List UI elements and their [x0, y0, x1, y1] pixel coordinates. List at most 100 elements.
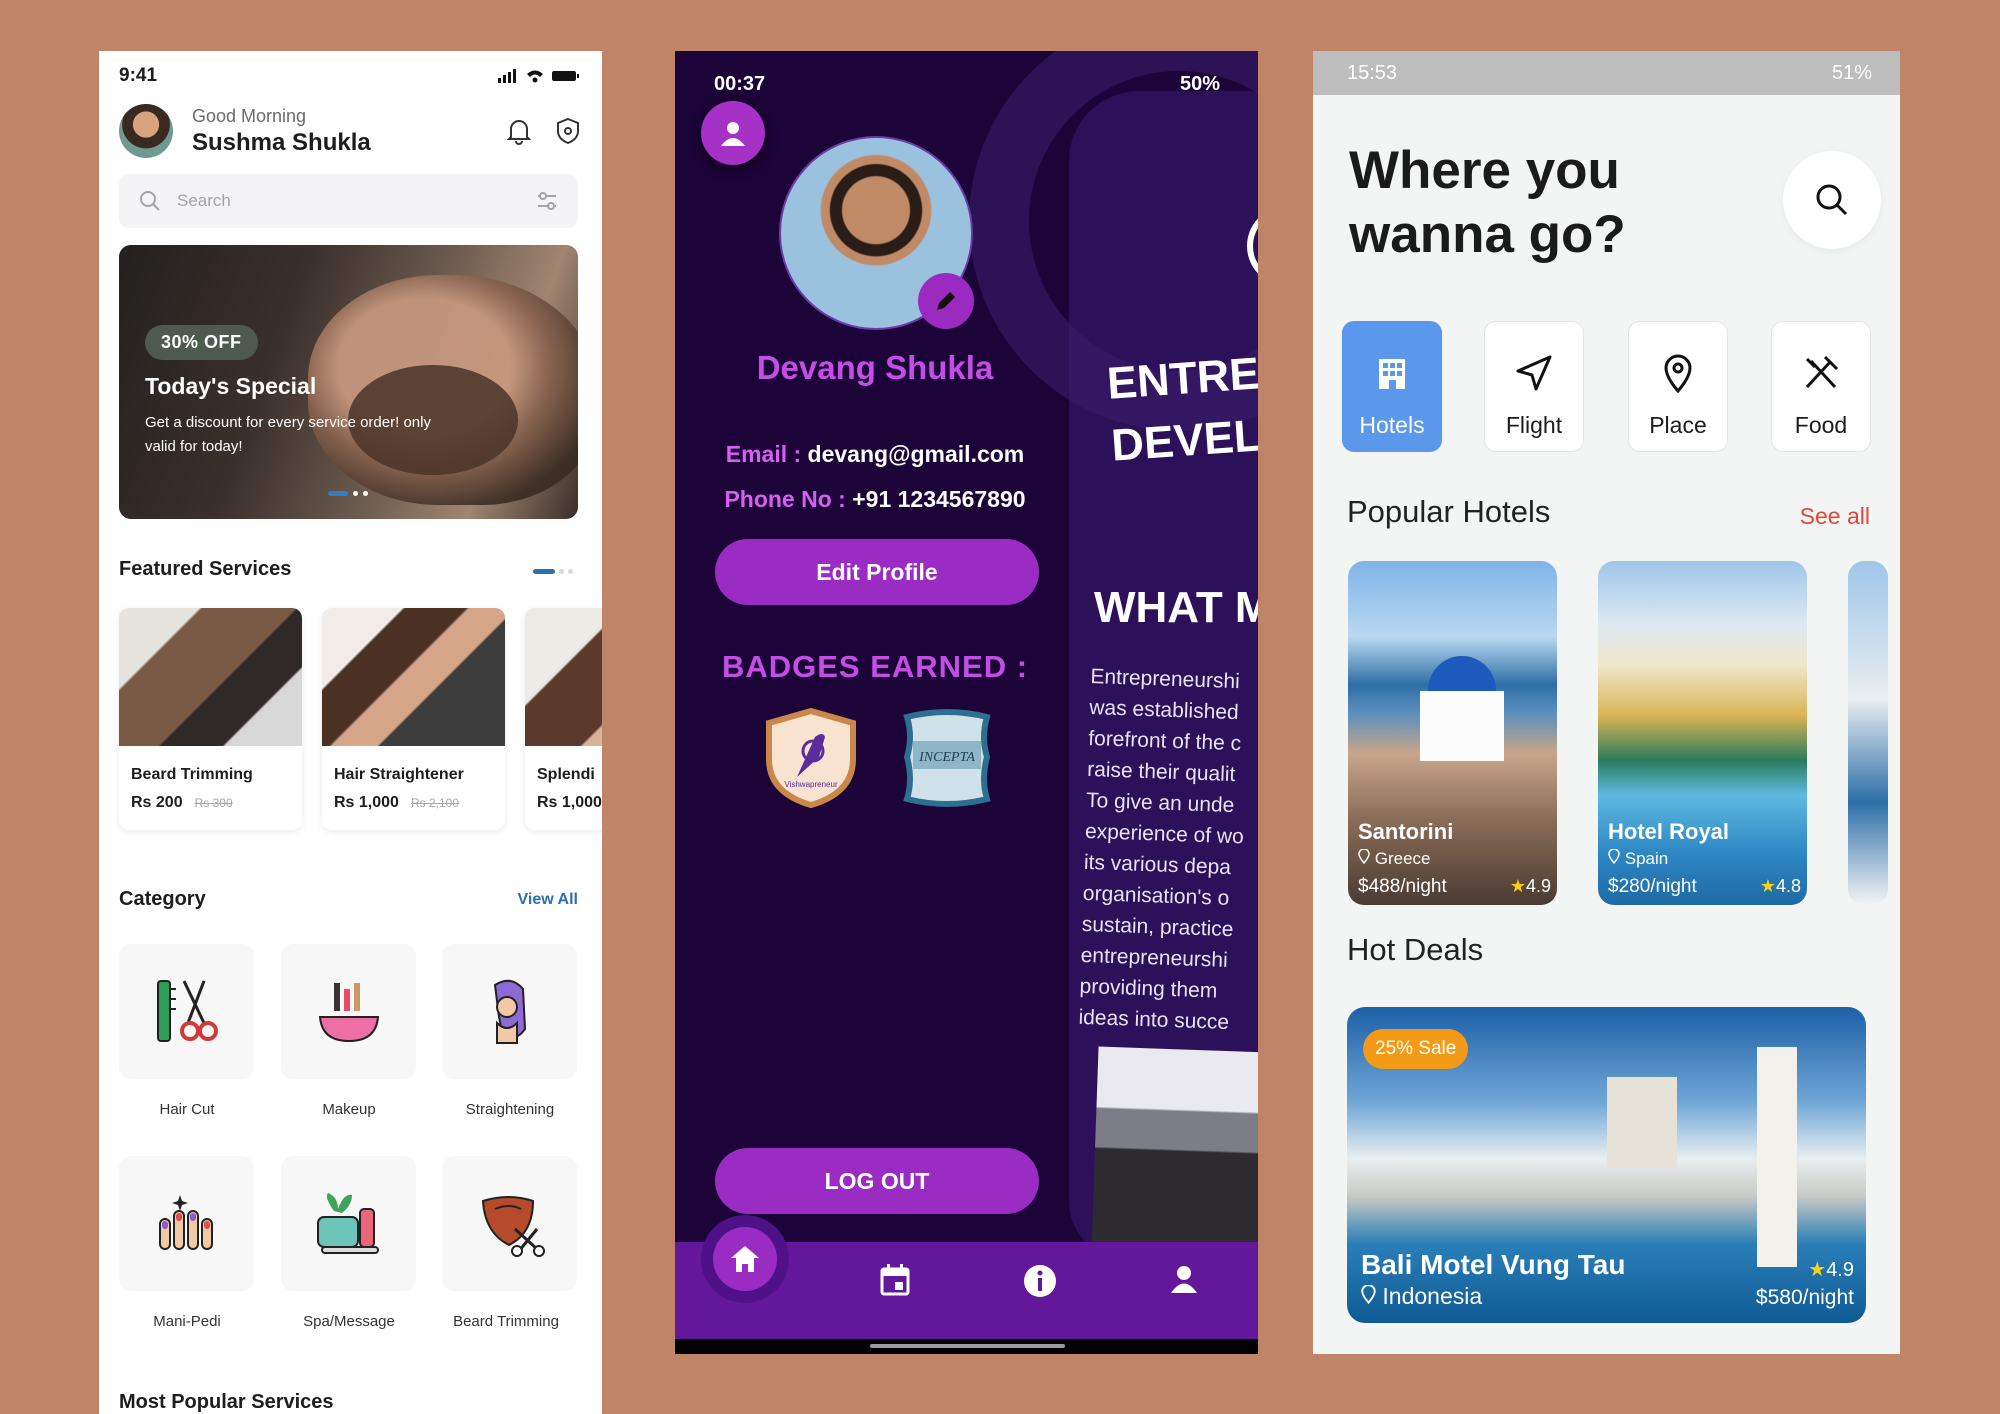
bell-icon[interactable]	[506, 117, 532, 145]
comb-scissors-icon	[156, 979, 218, 1042]
pencil-icon	[937, 292, 955, 310]
map-pin-icon	[1361, 1284, 1376, 1305]
category-label: Mani-Pedi	[153, 1313, 221, 1330]
deal-rating: ★4.9	[1808, 1257, 1854, 1282]
category-makeup[interactable]	[281, 944, 416, 1079]
service-card[interactable]: Beard Trimming Rs 200 Rs 300	[119, 608, 302, 830]
status-bar: 15:53 51%	[1313, 51, 1900, 95]
search-placeholder: Search	[177, 191, 231, 210]
gesture-handle[interactable]	[870, 1344, 1065, 1348]
category-label: Hotels	[1359, 412, 1425, 438]
hair-straightening-icon	[493, 979, 526, 1044]
profile-menu-button[interactable]	[701, 101, 765, 165]
discount-badge: 30% OFF	[145, 325, 258, 360]
beard-scissors-icon	[481, 1195, 545, 1257]
hotel-card[interactable]: Santorini Greece $488/night ★4.9	[1348, 561, 1557, 905]
hotel-card[interactable]	[1848, 561, 1888, 905]
headline-line: Where you	[1349, 141, 1620, 200]
category-place[interactable]: Place	[1628, 321, 1728, 452]
view-all-link[interactable]: View All	[518, 891, 578, 909]
search-button[interactable]	[1783, 151, 1881, 249]
filter-icon[interactable]	[536, 191, 558, 211]
panel-paragraph: Entrepreneurshi was established forefron…	[1078, 661, 1258, 1043]
edit-avatar-button[interactable]	[918, 273, 974, 329]
category-beard-trimming[interactable]	[442, 1156, 577, 1291]
deal-location-text: Indonesia	[1382, 1283, 1483, 1309]
category-hair-cut[interactable]	[119, 944, 254, 1079]
hotel-location: Greece	[1358, 848, 1430, 869]
profile-name: Devang Shukla	[756, 349, 994, 386]
status-time: 15:53	[1347, 61, 1398, 84]
calendar-icon[interactable]	[880, 1264, 910, 1296]
category-food[interactable]: Food	[1771, 321, 1871, 452]
hotel-card[interactable]: Hotel Royal Spain $280/night ★4.8	[1598, 561, 1807, 905]
about-panel[interactable]: ENTREF DEVELO WHAT M Entrepreneurshi was…	[969, 51, 1258, 1261]
hotel-rating: ★4.9	[1510, 876, 1551, 897]
makeup-icon	[318, 982, 379, 1042]
nav-home[interactable]	[713, 1227, 777, 1291]
category-label: Food	[1794, 412, 1848, 438]
hotel-rating-value: 4.8	[1775, 876, 1801, 896]
incepta-badge-icon[interactable]: INCEPTA	[897, 707, 997, 809]
service-old-price: Rs 2,100	[410, 796, 459, 810]
avatar[interactable]	[119, 104, 173, 158]
map-pin-icon	[1608, 848, 1620, 865]
header: Good Morning Sushma Shukla	[119, 103, 580, 159]
category-hotels[interactable]: Hotels	[1342, 321, 1442, 452]
phone-value: +91 1234567890	[852, 486, 1026, 512]
service-card[interactable]: Splendi Rs 1,000	[525, 608, 602, 830]
email-row: Email : devang@gmail.com	[675, 441, 1075, 468]
see-all-link[interactable]: See all	[1800, 503, 1870, 530]
paragraph-line: ideas into succe	[1078, 1005, 1230, 1035]
hotel-image-dome	[1428, 656, 1496, 696]
logout-button[interactable]: LOG OUT	[715, 1148, 1039, 1214]
hotel-rating-value: 4.9	[1525, 876, 1551, 896]
category-flight[interactable]: Flight	[1484, 321, 1584, 452]
shield-icon[interactable]	[556, 117, 580, 145]
service-old-price: Rs 300	[194, 796, 233, 810]
deal-card[interactable]: 25% Sale Bali Motel Vung Tau Indonesia ★…	[1347, 1007, 1866, 1323]
status-bar: 9:41	[119, 65, 580, 87]
email-value: devang@gmail.com	[807, 441, 1025, 467]
search-input[interactable]: Search	[119, 174, 578, 228]
category-label: Makeup	[322, 1101, 376, 1118]
service-name: Beard Trimming	[131, 766, 253, 783]
send-plane-icon	[1516, 355, 1552, 391]
category-straightening[interactable]	[442, 944, 577, 1079]
service-price: Rs 1,000	[334, 794, 399, 811]
star-icon: ★	[1509, 876, 1526, 896]
home-icon	[731, 1246, 759, 1272]
spa-icon	[316, 1192, 379, 1254]
vishwapreneur-badge-icon[interactable]: Vishwapreneur	[763, 707, 859, 809]
person-icon	[721, 122, 745, 146]
hotel-price: $280/night	[1608, 876, 1697, 897]
edit-profile-button[interactable]: Edit Profile	[715, 539, 1039, 605]
wifi-icon	[527, 70, 543, 83]
search-icon	[140, 191, 160, 211]
category-label: Beard Trimming	[453, 1313, 559, 1330]
profile-icon[interactable]	[1169, 1264, 1199, 1294]
category-label: Spa/Message	[303, 1313, 395, 1330]
category-spa[interactable]	[281, 1156, 416, 1291]
service-name: Hair Straightener	[334, 766, 464, 783]
carousel-dots[interactable]	[328, 491, 368, 496]
service-card[interactable]: Hair Straightener Rs 1,000 Rs 2,100	[322, 608, 505, 830]
featured-carousel-dots[interactable]	[533, 569, 573, 574]
star-icon: ★	[1808, 1259, 1827, 1281]
deal-image-tower	[1607, 1077, 1677, 1167]
hot-deals-title: Hot Deals	[1347, 932, 1484, 967]
hotel-location-text: Spain	[1624, 849, 1669, 868]
info-icon[interactable]	[1023, 1264, 1057, 1298]
promo-banner[interactable]: 30% OFF Today's Special Get a discount f…	[119, 245, 578, 519]
hotel-location: Spain	[1608, 848, 1669, 869]
category-title: Category	[119, 888, 206, 910]
hotel-rating: ★4.8	[1760, 876, 1801, 897]
panel-subheading: WHAT M	[1094, 583, 1258, 632]
email-label: Email :	[725, 441, 802, 467]
status-time: 9:41	[119, 65, 158, 86]
popular-hotels-title: Popular Hotels	[1347, 494, 1551, 529]
travel-app-screen: 15:53 51% Where you wanna go? Hotels Fli…	[1313, 51, 1900, 1354]
deal-image-column	[1757, 1047, 1797, 1267]
battery-level: 51%	[1831, 61, 1872, 84]
category-mani-pedi[interactable]	[119, 1156, 254, 1291]
